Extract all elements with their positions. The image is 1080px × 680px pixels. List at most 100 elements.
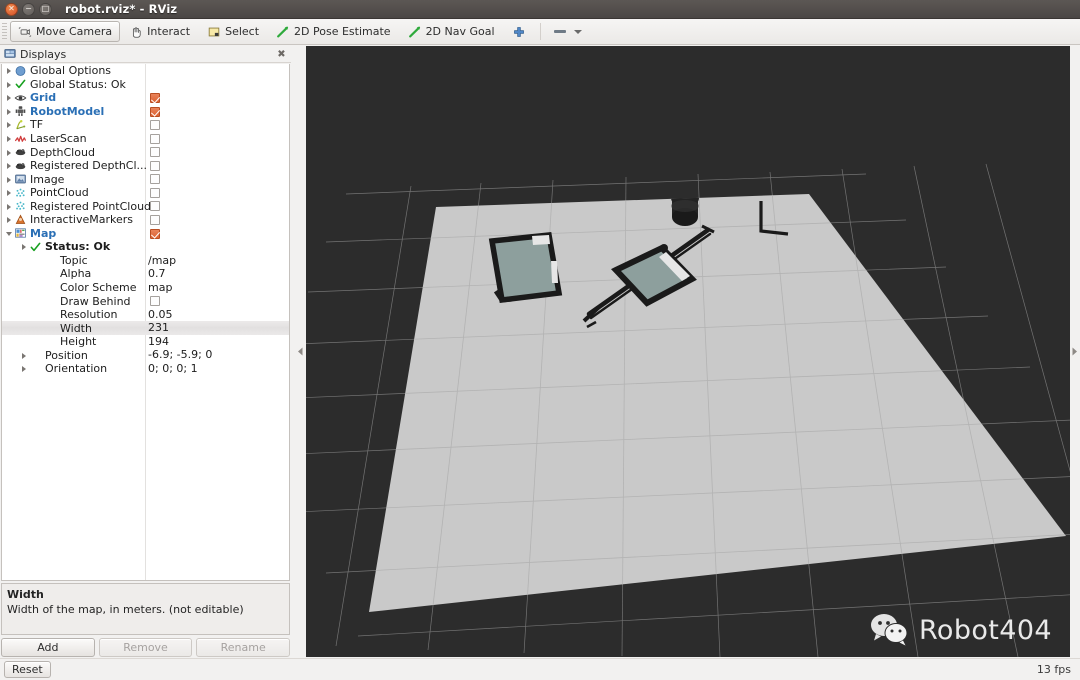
display-row-registered-depthcl[interactable]: Registered DepthCl... xyxy=(2,159,289,173)
display-row-label: Registered PointCloud xyxy=(30,199,152,213)
display-row-height[interactable]: Height 194 xyxy=(2,335,289,349)
displays-button-row: Add Remove Rename xyxy=(1,638,291,657)
twisty-collapsed-icon[interactable] xyxy=(5,213,14,226)
display-row-value[interactable]: 0; 0; 0; 1 xyxy=(148,362,198,376)
toolbar-select-label: Select xyxy=(225,25,260,38)
twisty-collapsed-icon[interactable] xyxy=(5,173,14,186)
toolbar-interact-button[interactable]: Interact xyxy=(121,21,198,42)
twisty-collapsed-icon[interactable] xyxy=(5,186,14,199)
display-row-laserscan[interactable]: LaserScan xyxy=(2,132,289,146)
display-row-value[interactable]: -6.9; -5.9; 0 xyxy=(148,348,212,362)
display-enabled-checkbox[interactable] xyxy=(150,174,160,185)
render-viewport[interactable]: Robot404 xyxy=(306,46,1070,657)
icon-spacer xyxy=(29,349,42,361)
display-enabled-checkbox[interactable] xyxy=(150,133,160,144)
display-row-value[interactable]: 231 xyxy=(148,321,169,335)
icon-spacer xyxy=(44,295,57,307)
displays-panel-title: Displays xyxy=(20,47,67,61)
display-row-registered-pointcloud[interactable]: Registered PointCloud xyxy=(2,199,289,213)
display-row-value[interactable]: 0.7 xyxy=(148,267,166,281)
twisty-collapsed-icon[interactable] xyxy=(5,64,14,77)
display-row-width[interactable]: Width 231 xyxy=(2,321,289,335)
display-enabled-checkbox[interactable] xyxy=(150,296,160,307)
display-row-topic[interactable]: Topic/map xyxy=(2,254,289,268)
select-rect-icon xyxy=(208,27,220,36)
window-maximize-icon[interactable]: □ xyxy=(39,2,52,16)
dock-splitter[interactable] xyxy=(296,46,305,657)
display-row-position[interactable]: Position -6.9; -5.9; 0 xyxy=(2,348,289,362)
twisty-collapsed-icon[interactable] xyxy=(5,132,14,145)
display-row-alpha[interactable]: Alpha 0.7 xyxy=(2,267,289,281)
display-row-global-options[interactable]: Global Options xyxy=(2,64,289,78)
display-row-pointcloud[interactable]: PointCloud xyxy=(2,186,289,200)
toolbar-select-button[interactable]: Select xyxy=(199,21,267,42)
display-row-label: Grid xyxy=(30,91,57,105)
display-row-color-scheme[interactable]: Color Scheme map xyxy=(2,281,289,295)
twisty-collapsed-icon[interactable] xyxy=(5,200,14,213)
toolbar-nav-goal-button[interactable]: 2D Nav Goal xyxy=(400,21,503,42)
display-row-image[interactable]: Image xyxy=(2,172,289,186)
splitter-right-arrow-icon[interactable] xyxy=(1070,344,1079,360)
window-title: robot.rviz* - RViz xyxy=(65,2,178,16)
display-row-grid[interactable]: Grid xyxy=(2,91,289,105)
display-row-draw-behind[interactable]: Draw Behind xyxy=(2,294,289,308)
toolbar-move-camera-button[interactable]: Move Camera xyxy=(10,21,121,42)
twisty-collapsed-icon[interactable] xyxy=(5,159,14,172)
display-enabled-checkbox[interactable] xyxy=(150,93,160,104)
tf-axes-icon xyxy=(16,120,26,130)
display-row-orientation[interactable]: Orientation 0; 0; 0; 1 xyxy=(2,362,289,376)
twisty-collapsed-icon[interactable] xyxy=(5,105,14,118)
twisty-expanded-icon[interactable] xyxy=(5,227,14,240)
twisty-collapsed-icon[interactable] xyxy=(20,362,29,375)
add-button[interactable]: Add xyxy=(1,638,95,657)
right-splitter[interactable] xyxy=(1070,46,1080,657)
display-row-value[interactable]: map xyxy=(148,281,172,295)
splitter-left-arrow-icon[interactable] xyxy=(296,344,305,360)
display-enabled-checkbox[interactable] xyxy=(150,187,160,198)
display-enabled-checkbox[interactable] xyxy=(150,201,160,212)
twisty-collapsed-icon[interactable] xyxy=(20,349,29,362)
twisty-collapsed-icon[interactable] xyxy=(5,146,14,159)
toolbar-add-tool-button[interactable] xyxy=(504,21,534,42)
reset-button[interactable]: Reset xyxy=(4,661,51,678)
icon-spacer xyxy=(44,309,57,321)
window-minimize-icon[interactable]: − xyxy=(22,2,35,16)
toolbar: Move Camera Interact Select 2D Pose Esti… xyxy=(0,19,1080,45)
window-close-icon[interactable]: ✕ xyxy=(5,2,18,16)
remove-button[interactable]: Remove xyxy=(98,638,193,657)
display-row-label: Width xyxy=(60,321,92,335)
display-row-resolution[interactable]: Resolution 0.05 xyxy=(2,308,289,322)
displays-tree[interactable]: Global Options Global Status: Ok Grid Robot… xyxy=(1,64,290,581)
twisty-collapsed-icon[interactable] xyxy=(5,118,14,131)
display-enabled-checkbox[interactable] xyxy=(150,228,160,239)
display-row-map[interactable]: Map xyxy=(2,227,289,241)
toolbar-grip[interactable] xyxy=(1,22,8,41)
display-enabled-checkbox[interactable] xyxy=(150,106,160,117)
close-icon[interactable]: ✖ xyxy=(275,48,288,61)
toolbar-measure-button[interactable] xyxy=(546,21,590,42)
display-row-tf[interactable]: TF xyxy=(2,118,289,132)
toolbar-pose-estimate-button[interactable]: 2D Pose Estimate xyxy=(268,21,399,42)
chevron-down-icon[interactable] xyxy=(573,29,582,34)
status-ok-check-icon xyxy=(30,242,41,252)
rename-button[interactable]: Rename xyxy=(196,638,291,657)
display-row-value[interactable]: 194 xyxy=(148,335,169,349)
display-row-interactivemarkers[interactable]: InteractiveMarkers xyxy=(2,213,289,227)
twisty-collapsed-icon[interactable] xyxy=(5,78,14,91)
display-enabled-checkbox[interactable] xyxy=(150,215,160,226)
display-enabled-checkbox[interactable] xyxy=(150,147,160,158)
display-enabled-checkbox[interactable] xyxy=(150,160,160,171)
display-enabled-checkbox[interactable] xyxy=(150,120,160,131)
display-row-robotmodel[interactable]: RobotModel xyxy=(2,105,289,119)
icon-spacer xyxy=(44,268,57,280)
display-row-global-status-ok[interactable]: Global Status: Ok xyxy=(2,78,289,92)
display-row-depthcloud[interactable]: DepthCloud xyxy=(2,145,289,159)
status-bar: Reset 13 fps xyxy=(0,658,1080,680)
display-row-value[interactable]: 0.05 xyxy=(148,308,173,322)
display-row-value[interactable]: /map xyxy=(148,254,176,268)
display-row-status-ok[interactable]: Status: Ok xyxy=(2,240,289,254)
twisty-collapsed-icon[interactable] xyxy=(20,240,29,253)
twisty-collapsed-icon[interactable] xyxy=(5,91,14,104)
